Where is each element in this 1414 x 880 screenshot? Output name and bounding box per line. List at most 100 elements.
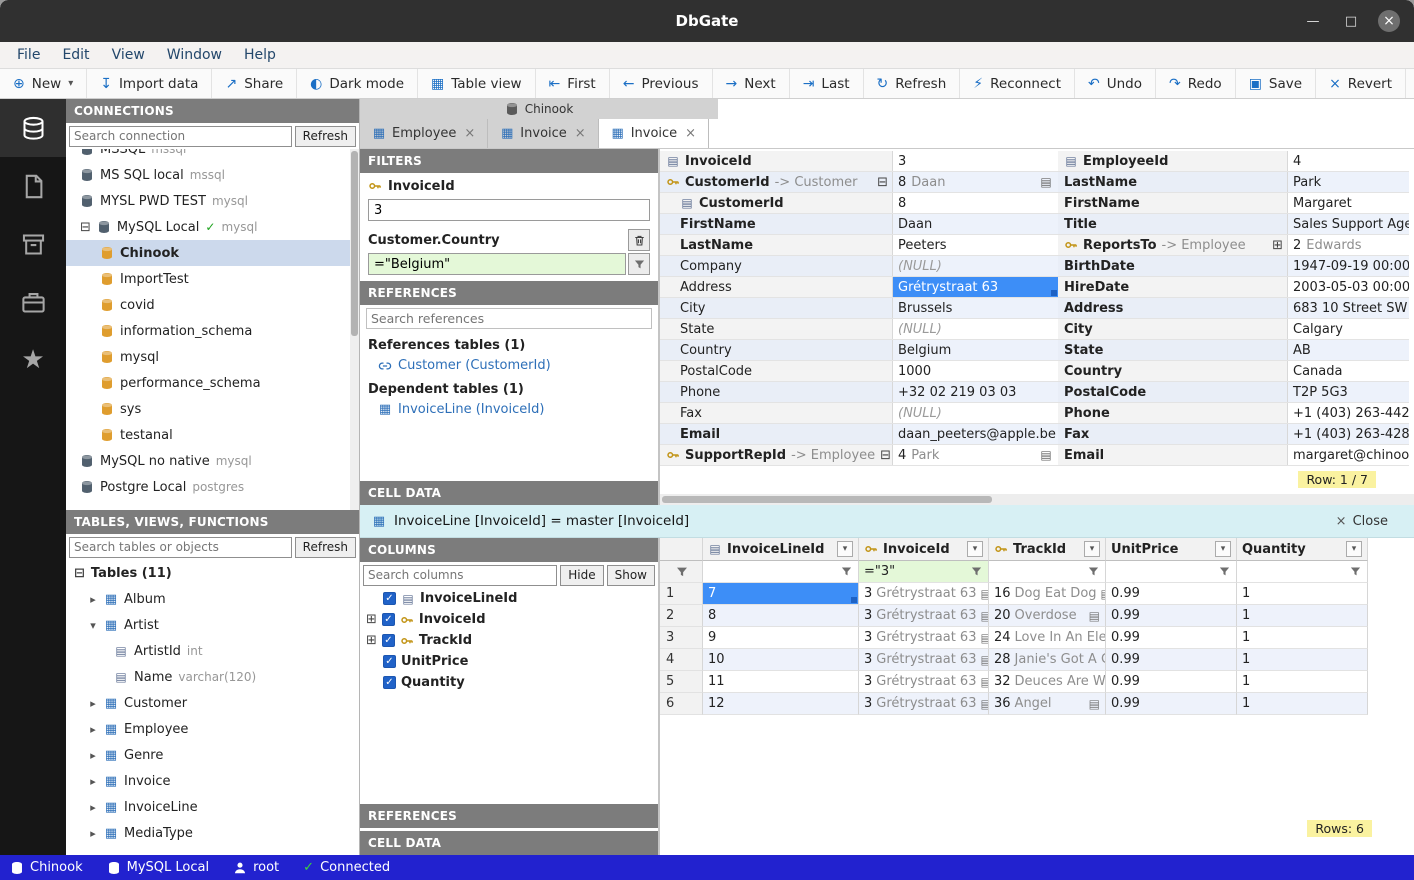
grid-cell[interactable]: 8 — [703, 605, 859, 627]
form-field-value[interactable]: +1 (403) 263-4423 — [1288, 403, 1409, 423]
tab-invoice-2[interactable]: ▦Invoice× — [599, 119, 709, 148]
database-item-performance-schema[interactable]: performance_schema — [66, 370, 359, 396]
maximize-button[interactable]: □ — [1340, 10, 1362, 32]
grid-cell[interactable]: 1 — [1237, 649, 1368, 671]
database-item-sys[interactable]: sys — [66, 396, 359, 422]
grid-cell[interactable]: 0.99 — [1106, 583, 1237, 605]
tree-table-artist[interactable]: ▾▦Artist — [66, 612, 359, 638]
tree-table-mediatype[interactable]: ▸▦MediaType — [66, 820, 359, 846]
grid-cell[interactable]: 3Grétrystraat 63▤ — [859, 671, 989, 693]
database-item-mysql[interactable]: mysql — [66, 344, 359, 370]
form-field-value[interactable]: +1 (403) 263-4289 — [1288, 424, 1409, 444]
filter-value-input[interactable] — [368, 199, 650, 221]
form-field-value[interactable]: Margaret — [1288, 193, 1409, 213]
expand-icon[interactable]: ⊞ — [366, 634, 377, 647]
toolbar-undo-button[interactable]: ↶Undo — [1075, 69, 1156, 98]
form-field-value[interactable]: Brussels — [893, 298, 1058, 318]
checkbox-checked[interactable]: ✓ — [383, 655, 396, 668]
grid-cell[interactable]: 3Grétrystraat 63▤ — [859, 649, 989, 671]
connection-item-mysql-local[interactable]: ⊟MySQL Local✓mysql — [66, 214, 359, 240]
connection-item-mysl-pwd-test[interactable]: MYSL PWD TESTmysql — [66, 188, 359, 214]
form-field-value[interactable]: +32 02 219 03 03 — [893, 382, 1058, 402]
toolbar-share-button[interactable]: ↗Share — [212, 69, 297, 98]
form-field-value[interactable]: (NULL) — [893, 319, 1058, 339]
connections-scrollbar[interactable] — [350, 149, 359, 510]
form-field-value[interactable]: 683 10 Street SW — [1288, 298, 1409, 318]
connection-item-postgre-local[interactable]: Postgre Localpostgres — [66, 474, 359, 500]
reference-link[interactable]: ▦InvoiceLine (InvoiceId) — [360, 399, 658, 420]
form-field-value[interactable]: (NULL) — [893, 256, 1058, 276]
filter-cell-unitprice[interactable] — [1106, 561, 1237, 583]
form-field-value[interactable]: Belgium — [893, 340, 1058, 360]
search-tables-input[interactable] — [69, 537, 292, 558]
filter-icon[interactable] — [970, 565, 983, 578]
toolbar-table-view-button[interactable]: ▦Table view — [418, 69, 536, 98]
connection-item-mysql-no-native[interactable]: MySQL no nativemysql — [66, 448, 359, 474]
grid-cell[interactable]: 3Grétrystraat 63▤ — [859, 605, 989, 627]
open-detail-icon[interactable]: ▤ — [980, 587, 989, 601]
column-menu-button[interactable]: ▾ — [1215, 541, 1231, 557]
menu-window[interactable]: Window — [156, 47, 233, 63]
toolbar-reconnect-button[interactable]: ⚡Reconnect — [960, 69, 1075, 98]
status-database[interactable]: Chinook — [10, 860, 83, 875]
expand-icon[interactable]: ⊞ — [1272, 239, 1283, 252]
filter-cell-trackid[interactable] — [989, 561, 1106, 583]
grid-cell[interactable]: 0.99 — [1106, 605, 1237, 627]
form-field-value[interactable]: 8Daan▤ — [893, 172, 1058, 192]
filter-icon[interactable] — [1349, 565, 1362, 578]
form-field-value[interactable]: 1947-09-19 00:00:00 — [1288, 256, 1409, 276]
checkbox-checked[interactable]: ✓ — [382, 634, 395, 647]
database-item-information-schema[interactable]: information_schema — [66, 318, 359, 344]
checkbox-checked[interactable]: ✓ — [382, 613, 395, 626]
clear-filters-icon[interactable] — [660, 561, 703, 583]
grid-cell[interactable]: 20Overdose▤ — [989, 605, 1106, 627]
open-detail-icon[interactable]: ▤ — [980, 675, 989, 689]
sidebar-item-archive[interactable] — [0, 215, 66, 273]
database-item-testanal[interactable]: testanal — [66, 422, 359, 448]
grid-cell[interactable]: 36Angel▤ — [989, 693, 1106, 715]
column-check-item-invoiceid[interactable]: ⊞✓InvoiceId — [360, 609, 658, 630]
menu-edit[interactable]: Edit — [51, 47, 100, 63]
toolbar-previous-button[interactable]: ←Previous — [610, 69, 713, 98]
form-field-value[interactable]: daan_peeters@apple.be — [893, 424, 1058, 444]
form-field-value[interactable]: Sales Support Agent — [1288, 214, 1409, 234]
tree-table-genre[interactable]: ▸▦Genre — [66, 742, 359, 768]
toolbar-revert-button[interactable]: ×Revert — [1316, 69, 1406, 98]
tree-column-artistid[interactable]: ▤ArtistIdint — [66, 638, 359, 664]
column-check-item-quantity[interactable]: ✓Quantity — [360, 672, 658, 693]
grid-cell[interactable]: 1 — [1237, 605, 1368, 627]
filter-cell-quantity[interactable] — [1237, 561, 1368, 583]
close-detail-button[interactable]: × Close — [1336, 514, 1402, 529]
scrollbar-thumb[interactable] — [351, 151, 358, 336]
sidebar-item-favorites[interactable]: ★ — [0, 331, 66, 389]
close-tab-icon[interactable]: × — [464, 126, 475, 141]
filter-value-input[interactable] — [368, 253, 626, 275]
grid-cell[interactable]: 0.99 — [1106, 649, 1237, 671]
menu-file[interactable]: File — [6, 47, 51, 63]
toolbar-first-button[interactable]: ⇤First — [536, 69, 610, 98]
open-detail-icon[interactable]: ▤ — [980, 631, 989, 645]
toolbar-last-button[interactable]: ⇥Last — [790, 69, 864, 98]
form-field-value[interactable]: (NULL) — [893, 403, 1058, 423]
column-menu-button[interactable]: ▾ — [1084, 541, 1100, 557]
form-field-value[interactable]: Park — [1288, 172, 1409, 192]
status-status[interactable]: ✓Connected — [303, 860, 390, 875]
form-field-value[interactable]: Daan — [893, 214, 1058, 234]
open-detail-icon[interactable]: ▤ — [980, 697, 989, 711]
tree-folder-tables-11-[interactable]: ⊟Tables (11) — [66, 560, 359, 586]
open-detail-icon[interactable]: ▤ — [1089, 609, 1100, 623]
horizontal-scrollbar[interactable] — [660, 494, 1414, 505]
hide-column-button[interactable]: Hide — [560, 565, 603, 586]
column-menu-button[interactable]: ▾ — [1346, 541, 1362, 557]
collapse-icon[interactable]: ⊟ — [80, 221, 91, 234]
form-field-value[interactable]: 2003-05-03 00:00:00 — [1288, 277, 1409, 297]
grid-cell[interactable]: 1 — [1237, 583, 1368, 605]
toolbar-next-button[interactable]: →Next — [713, 69, 790, 98]
open-detail-icon[interactable]: ▤ — [980, 609, 989, 623]
minimize-button[interactable]: — — [1302, 10, 1324, 32]
collapse-icon[interactable]: ⊟ — [877, 176, 888, 189]
grid-cell[interactable]: 12 — [703, 693, 859, 715]
checkbox-checked[interactable]: ✓ — [383, 592, 396, 605]
tree-table-customer[interactable]: ▸▦Customer — [66, 690, 359, 716]
database-item-chinook[interactable]: Chinook — [66, 240, 359, 266]
